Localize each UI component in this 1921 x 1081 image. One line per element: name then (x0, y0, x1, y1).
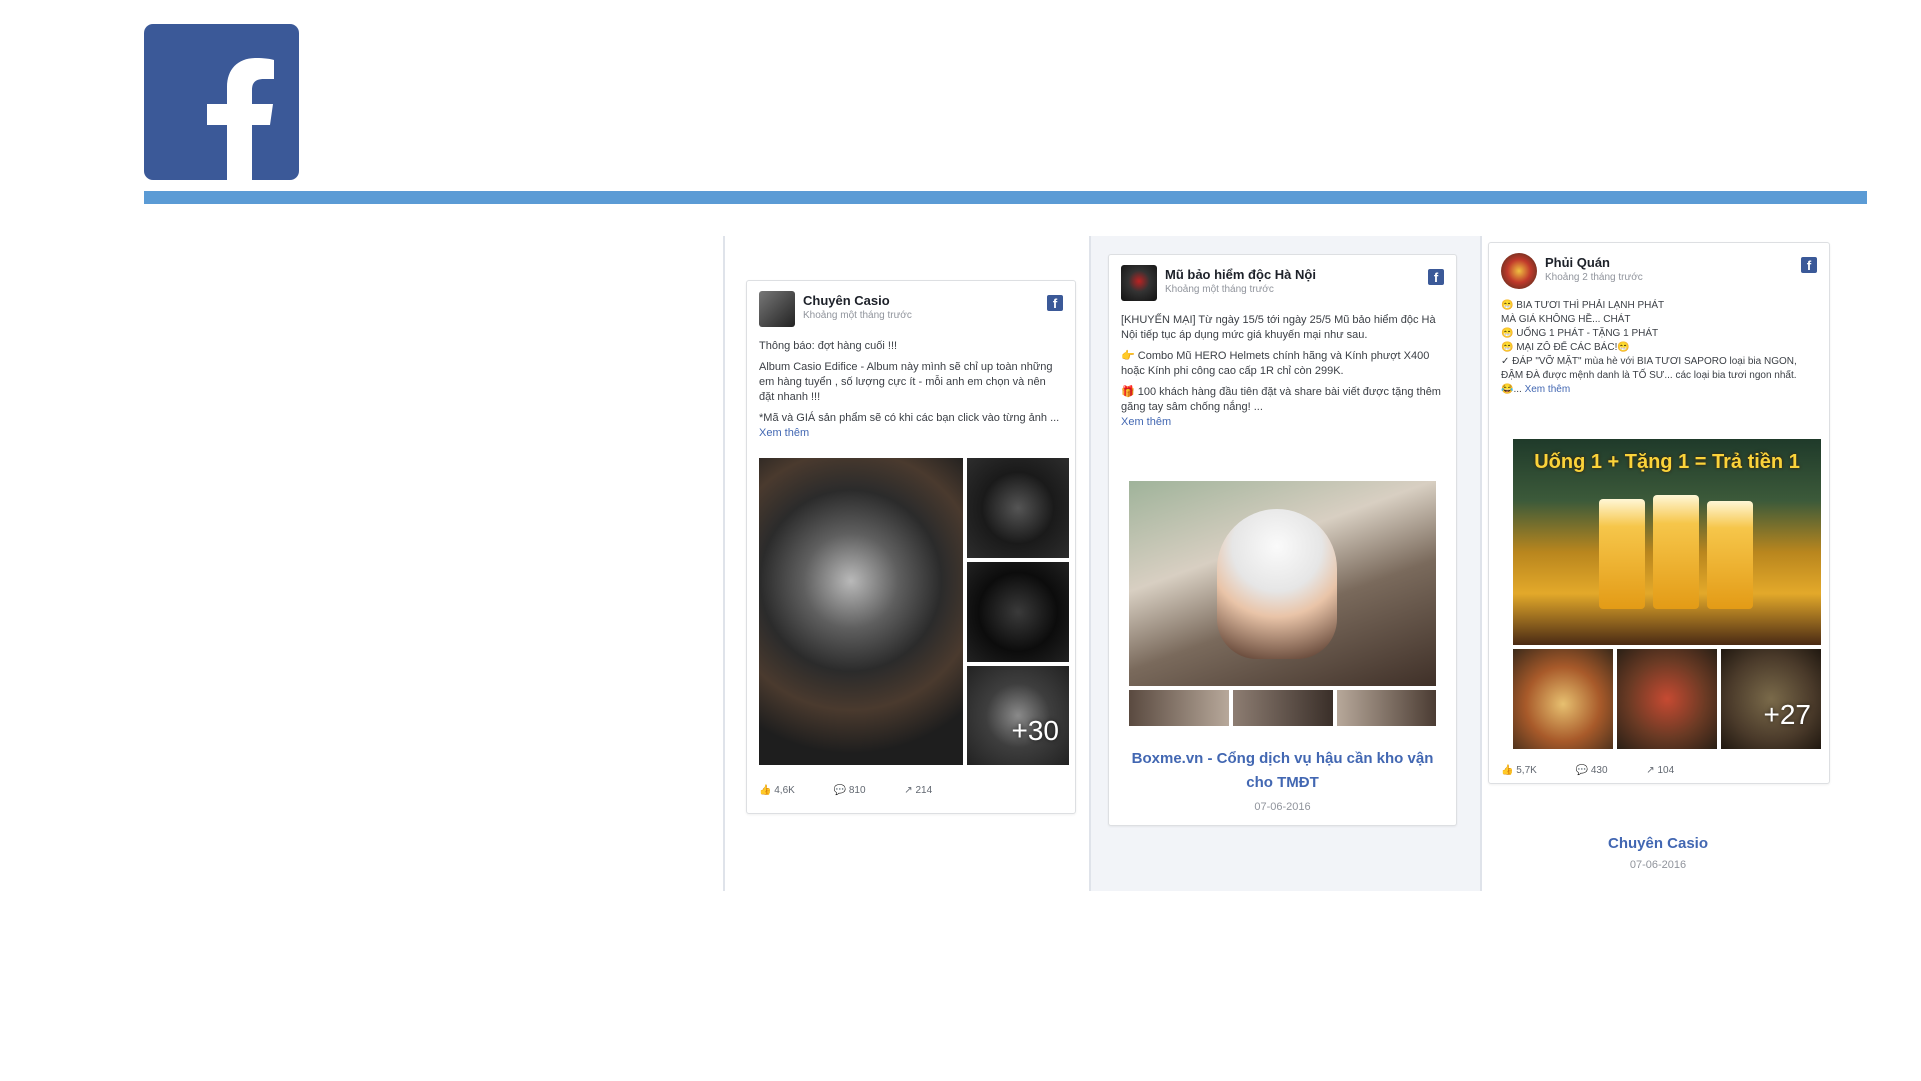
facebook-icon: f (1047, 295, 1063, 311)
post-card-casio[interactable]: Chuyên Casio Khoảng một tháng trước f Th… (746, 280, 1076, 814)
shares-count[interactable]: ↗ 214 (904, 785, 950, 796)
helmet-photo[interactable] (1337, 690, 1436, 726)
post-header: Chuyên Casio Khoảng một tháng trước f (759, 291, 1063, 331)
post-stats: 👍 5,7K 💬 430 ↗ 104 (1501, 765, 1710, 776)
post-line: [KHUYẾN MẠI] Từ ngày 15/5 tới ngày 25/5 … (1121, 314, 1436, 341)
comments-count[interactable]: 💬 430 (1576, 765, 1626, 776)
helmet-photo-main[interactable] (1129, 481, 1436, 686)
post-time: Khoảng một tháng trước (803, 310, 912, 321)
likes-count[interactable]: 👍 5,7K (1501, 765, 1555, 776)
avatar[interactable] (759, 291, 795, 327)
helmet-photo[interactable] (1129, 690, 1229, 726)
post-line: 😁 UỐNG 1 PHÁT - TẶNG 1 PHÁT (1501, 328, 1659, 339)
avatar[interactable] (1121, 265, 1157, 301)
food-photo[interactable] (1513, 649, 1613, 749)
see-more-link[interactable]: Xem thêm (1525, 384, 1571, 395)
link-title[interactable]: Boxme.vn - Cổng dịch vụ hậu cần kho vận … (1119, 747, 1446, 795)
post-line: MÀ GIÁ KHÔNG HỀ... CHÁT (1501, 314, 1631, 325)
facebook-f-icon (207, 58, 274, 180)
link-title[interactable]: Chuyên Casio (1488, 832, 1828, 856)
shares-count[interactable]: ↗ 104 (1646, 765, 1692, 776)
post-line: *Mã và GIÁ sản phẩm sẽ có khi các bạn cl… (759, 412, 1060, 424)
ad-cards-screenshot: Chuyên Casio Khoảng một tháng trước f Th… (723, 236, 1843, 891)
comments-count[interactable]: 💬 810 (834, 785, 884, 796)
facebook-icon: f (1428, 269, 1444, 285)
see-more-link[interactable]: Xem thêm (759, 427, 809, 439)
post-time: Khoảng một tháng trước (1165, 284, 1274, 295)
post-line: 😁 MẠI ZÔ ĐỂ CÁC BÁC!😁 (1501, 342, 1630, 353)
beer-glass (1599, 499, 1645, 609)
helmet-photo[interactable] (1233, 690, 1333, 726)
header-rule (144, 191, 1867, 204)
page-name[interactable]: Chuyên Casio (803, 293, 890, 308)
watch-photo[interactable] (967, 562, 1069, 662)
beer-glass (1707, 501, 1753, 609)
post-text: 😁 BIA TƯƠI THÌ PHẢI LẠNH PHÁT MÀ GIÁ KHÔ… (1501, 299, 1817, 397)
see-more-link[interactable]: Xem thêm (1121, 416, 1171, 428)
post-text: [KHUYẾN MẠI] Từ ngày 15/5 tới ngày 25/5 … (1121, 313, 1444, 436)
avatar[interactable] (1501, 253, 1537, 289)
post-card-helmet[interactable]: Mũ bảo hiểm độc Hà Nội Khoảng một tháng … (1108, 254, 1457, 826)
food-photo[interactable] (1617, 649, 1717, 749)
facebook-logo (144, 24, 299, 180)
food-photo-more[interactable]: +27 (1721, 649, 1821, 749)
more-photos-count: +27 (1763, 699, 1812, 730)
post-stats: 👍 4,6K 💬 810 ↗ 214 (759, 785, 968, 796)
column-divider (1089, 236, 1091, 891)
watch-photo-more[interactable]: +30 (967, 666, 1069, 765)
post-time: Khoảng 2 tháng trước (1545, 272, 1643, 283)
post-line: Thông báo: đợt hàng cuối !!! (759, 340, 898, 352)
post-line: Album Casio Edifice - Album này mình sẽ … (759, 361, 1053, 403)
post-header: Mũ bảo hiểm độc Hà Nội Khoảng một tháng … (1121, 265, 1444, 305)
beer-banner-photo[interactable]: Uống 1 + Tặng 1 = Trả tiền 1 (1513, 439, 1821, 645)
post-text: Thông báo: đợt hàng cuối !!! Album Casio… (759, 339, 1063, 447)
post-line: 😁 BIA TƯƠI THÌ PHẢI LẠNH PHÁT (1501, 300, 1665, 311)
column-divider (723, 236, 725, 891)
link-date: 07-06-2016 (1629, 859, 1687, 871)
page-name[interactable]: Mũ bảo hiểm độc Hà Nội (1165, 267, 1316, 282)
post-line: 🎁 100 khách hàng đầu tiên đặt và share b… (1121, 386, 1441, 413)
facebook-icon: f (1801, 257, 1817, 273)
page-name[interactable]: Phủi Quán (1545, 255, 1610, 270)
watch-photo[interactable] (967, 458, 1069, 558)
banner-text: Uống 1 + Tặng 1 = Trả tiền 1 (1534, 451, 1800, 473)
beer-glass (1653, 495, 1699, 609)
column-divider (1480, 236, 1482, 891)
watch-photo-main[interactable] (759, 458, 963, 765)
post-line: 👉 Combo Mũ HERO Helmets chính hãng và Kí… (1121, 350, 1430, 377)
post-header: Phủi Quán Khoảng 2 tháng trước f (1501, 253, 1817, 293)
post-card-beer[interactable]: Phủi Quán Khoảng 2 tháng trước f 😁 BIA T… (1488, 242, 1830, 784)
more-photos-count: +30 (1011, 715, 1060, 746)
likes-count[interactable]: 👍 4,6K (759, 785, 813, 796)
helmet-figure (1217, 509, 1337, 659)
link-date: 07-06-2016 (1254, 801, 1311, 813)
